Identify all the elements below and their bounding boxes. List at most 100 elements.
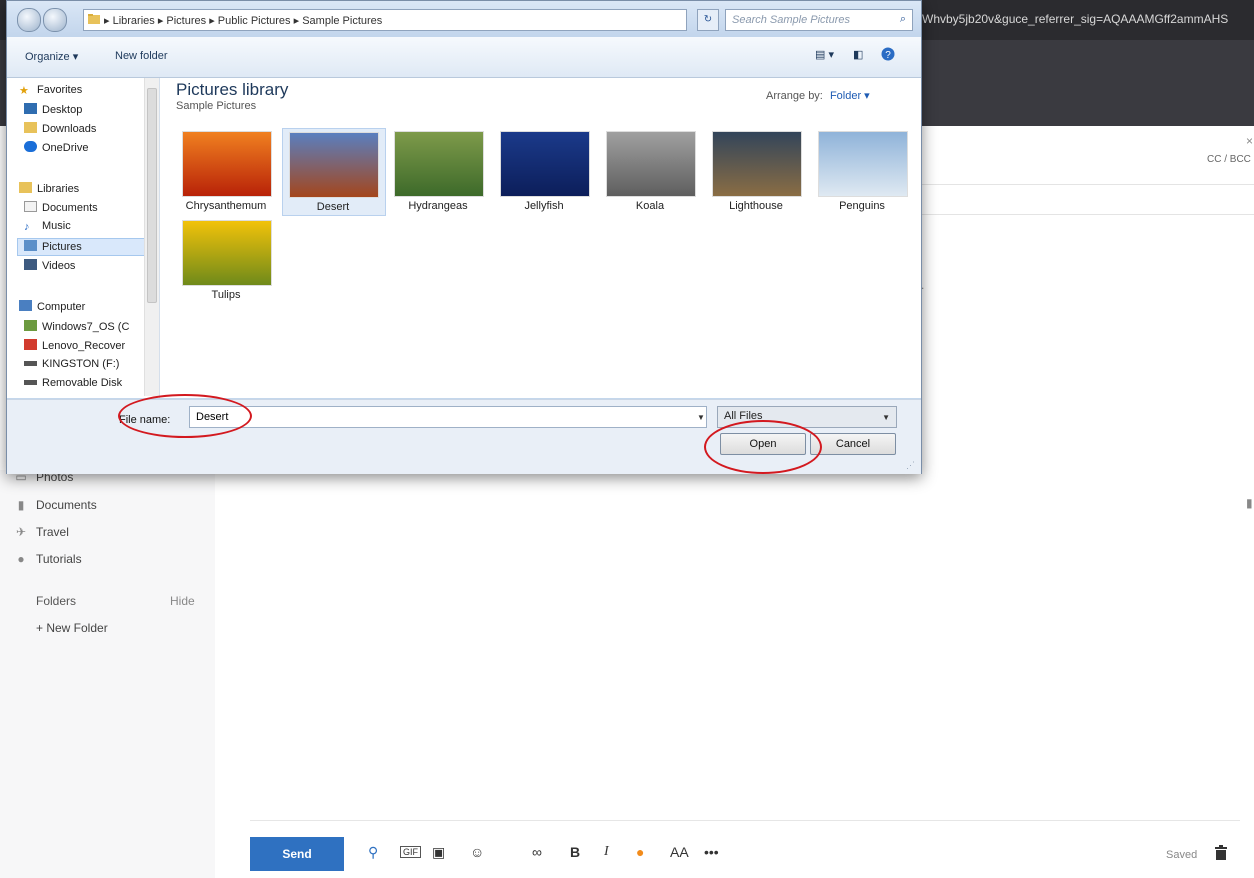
breadcrumb-sample-pictures[interactable]: Sample Pictures [302,15,382,27]
search-icon[interactable]: ⌕ [900,13,906,26]
sidebar-item-tutorials[interactable]: ● Tutorials [17,552,81,566]
nav-videos[interactable]: Videos [24,259,75,272]
compose-toolbar-divider [250,820,1240,821]
link-icon[interactable]: ∞ [532,844,542,860]
chrysanthemum-image [182,131,272,197]
nav-scrollbar[interactable] [144,78,159,396]
nav-downloads[interactable]: Downloads [24,122,96,135]
arrange-by-dropdown[interactable]: Folder ▾ [830,90,870,102]
picture-thumbnail[interactable]: Tulips [176,217,280,305]
preview-pane-icon[interactable]: ◧ [853,48,863,61]
nav-drive-c[interactable]: Windows7_OS (C [24,320,129,333]
picture-thumbnail[interactable]: Chrysanthemum [176,128,280,216]
jellyfish-image [500,131,590,197]
sticker-icon[interactable]: ▣ [432,844,445,861]
svg-text:?: ? [885,50,891,61]
mail-sidebar [0,470,215,878]
nav-computer[interactable]: Computer [19,300,85,313]
picture-name: Lighthouse [729,200,783,212]
breadcrumb-libraries[interactable]: Libraries [113,15,155,27]
breadcrumb[interactable]: ▸ Libraries ▸ Pictures ▸ Public Pictures… [104,14,382,27]
nav-libraries[interactable]: Libraries [19,182,79,195]
star-icon: ★ [19,85,29,97]
picture-thumbnail-selected[interactable]: Desert [282,128,386,216]
refresh-button[interactable]: ↻ [697,9,719,31]
help-icon[interactable]: ? [881,47,895,64]
nav-music[interactable]: ♪ Music [24,220,71,233]
folders-header: Folders [36,594,77,608]
navigation-pane: ★ Favorites Desktop Downloads OneDrive Li… [7,78,160,398]
library-subtitle: Sample Pictures [176,100,257,112]
picture-thumbnail[interactable]: Lighthouse [706,128,810,216]
nav-lenovo-recovery[interactable]: Lenovo_Recover [24,339,125,352]
italic-button[interactable]: I [604,844,609,860]
pictures-icon [24,240,37,251]
drive-icon [24,320,37,331]
saved-status: Saved [1166,849,1198,861]
usb-drive-icon [24,361,37,366]
url-text[interactable]: Whvby5jb20v&guce_referrer_sig=AQAAAMGff2… [922,12,1228,26]
breadcrumb-public-pictures[interactable]: Public Pictures [218,15,291,27]
sidebar-item-documents[interactable]: ▮ Documents [18,498,97,512]
picture-thumbnail[interactable]: Jellyfish [494,128,598,216]
file-name-input[interactable]: Desert [189,406,707,428]
nav-favorites[interactable]: ★ Favorites [19,84,82,97]
address-bar[interactable]: ▸ Libraries ▸ Pictures ▸ Public Pictures… [83,9,687,31]
file-name-dropdown-icon[interactable]: ▼ [697,413,705,422]
chevron-down-icon: ▼ [882,413,890,422]
scrollbar-thumb[interactable] [147,88,157,303]
dialog-toolbar: Organize ▾ New folder ▤ ▾ ◧ ? [7,37,921,78]
arrange-by: Arrange by: Folder ▾ [766,90,870,102]
trash-icon[interactable] [1214,845,1228,864]
back-button[interactable] [17,8,41,32]
sidebar-item-label: Travel [36,525,69,539]
nav-kingston[interactable]: KINGSTON (F:) [24,358,119,370]
file-open-dialog: ▸ Libraries ▸ Pictures ▸ Public Pictures… [6,0,922,474]
send-button[interactable]: Send [250,837,344,871]
font-size-button[interactable]: AA [670,844,689,860]
search-input[interactable]: Search Sample Pictures ⌕ [725,9,913,31]
picture-name: Jellyfish [524,200,564,212]
picture-name: Penguins [839,200,885,212]
libraries-icon [19,182,32,193]
emoji-icon[interactable]: ☺ [470,844,484,860]
new-folder-link[interactable]: + New Folder [36,621,108,635]
picture-name: Tulips [211,289,241,301]
nav-pictures[interactable]: Pictures [24,240,82,253]
forward-button[interactable] [43,8,67,32]
color-palette-icon[interactable]: ● [636,844,644,860]
organize-menu[interactable]: Organize ▾ [25,50,78,63]
side-handle-icon[interactable]: ▮ [1246,496,1253,510]
file-content-pane: Pictures library Sample Pictures Arrange… [160,78,921,398]
cc-bcc-link[interactable]: CC / BCC [1207,154,1251,165]
bold-button[interactable]: B [570,844,580,860]
penguins-image [818,131,908,197]
picture-thumbnail[interactable]: Hydrangeas [388,128,492,216]
nav-onedrive[interactable]: OneDrive [24,141,88,154]
file-name-label: File name: [119,414,171,426]
resize-grip-icon[interactable]: ⋰ [906,460,915,471]
file-type-select[interactable]: All Files ▼ [717,406,897,428]
breadcrumb-pictures[interactable]: Pictures [166,15,206,27]
sidebar-item-travel[interactable]: ✈ Travel [16,525,69,539]
close-icon[interactable]: × [1246,134,1253,148]
attach-icon[interactable]: ⚲ [368,844,378,861]
view-options-icon[interactable]: ▤ ▾ [815,48,834,61]
hide-folders-link[interactable]: Hide [170,594,195,608]
picture-thumbnail[interactable]: Penguins [812,128,916,216]
picture-name: Chrysanthemum [185,200,267,212]
nav-documents[interactable]: Documents [24,201,98,214]
airplane-icon: ✈ [15,525,27,539]
nav-desktop[interactable]: Desktop [24,103,82,116]
more-options-button[interactable]: ••• [704,844,719,860]
picture-thumbnail[interactable]: Koala [600,128,704,216]
dialog-footer: File name: Desert ▼ All Files ▼ Open Can… [7,399,921,474]
new-folder-button[interactable]: New folder [115,50,168,62]
gif-icon[interactable]: GIF [400,846,421,858]
nav-removable-disk[interactable]: Removable Disk [24,377,122,389]
videos-icon [24,259,37,270]
open-button[interactable]: Open [720,433,806,455]
koala-image [606,131,696,197]
desktop-icon [24,103,37,114]
cancel-button[interactable]: Cancel [810,433,896,455]
